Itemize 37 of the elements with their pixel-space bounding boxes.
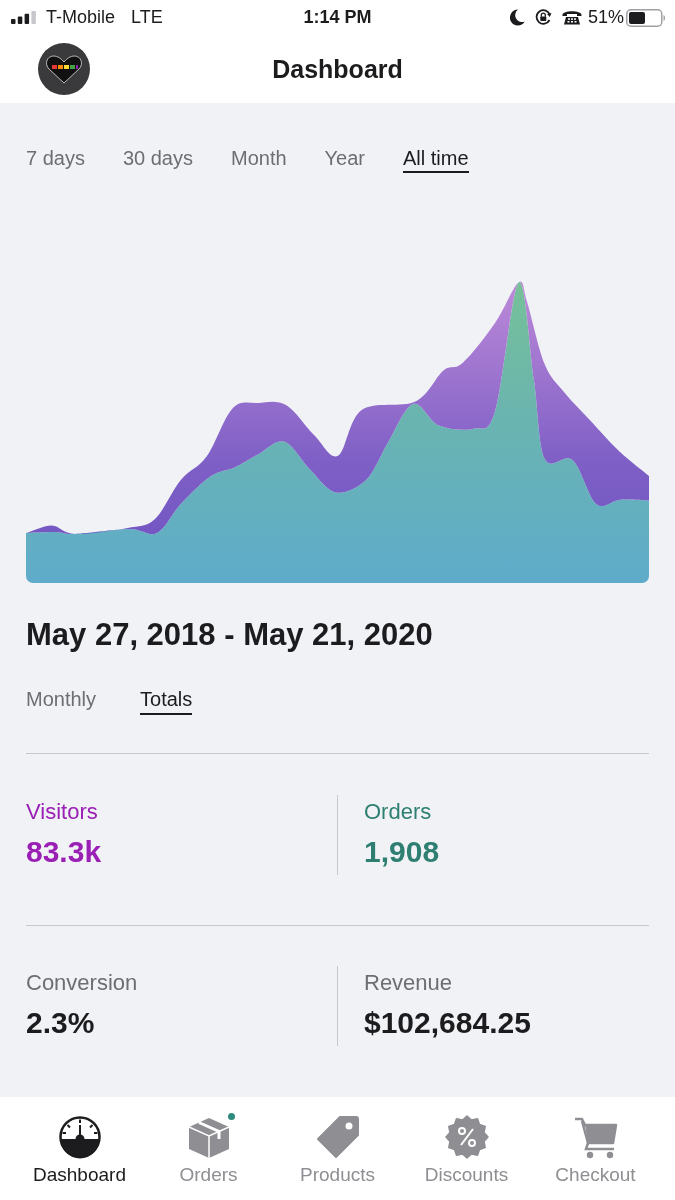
- view-tab[interactable]: Totals: [140, 687, 193, 715]
- nav-tab[interactable]: Dashboard: [15, 1097, 144, 1200]
- network-type: LTE: [131, 7, 163, 28]
- range-tab[interactable]: 30 days: [122, 146, 193, 173]
- battery-percent: 51%: [587, 7, 624, 28]
- gauge-icon: [57, 1115, 102, 1159]
- range-tab[interactable]: 7 days: [26, 146, 85, 173]
- stat-value: 2.3%: [26, 1005, 96, 1041]
- signal-icon: [11, 11, 36, 24]
- battery-icon: [626, 8, 666, 27]
- nav-tab[interactable]: Checkout: [531, 1097, 660, 1200]
- carrier-name: T-Mobile: [46, 7, 116, 28]
- moon-icon: [508, 9, 525, 26]
- range-tab[interactable]: All time: [403, 146, 469, 173]
- box-icon: [186, 1115, 231, 1159]
- cart-icon: [573, 1115, 618, 1159]
- view-tab[interactable]: Monthly: [26, 687, 97, 715]
- nav-tab[interactable]: Discounts: [402, 1097, 531, 1200]
- date-range-title: May 27, 2018 - May 21, 2020: [26, 616, 434, 654]
- range-tab[interactable]: Year: [324, 146, 365, 173]
- stat-label: Revenue: [364, 970, 454, 996]
- logo-icon: [38, 43, 90, 95]
- stat-label: Orders: [364, 799, 433, 825]
- range-tab[interactable]: Month: [231, 146, 287, 173]
- rotation-lock-icon: [534, 9, 552, 26]
- tag-icon: [315, 1115, 360, 1159]
- stat-value: $102,684.25: [364, 1005, 532, 1041]
- tty-phone-icon: [561, 10, 582, 25]
- nav-tab[interactable]: Orders: [144, 1097, 273, 1200]
- nav-tab[interactable]: Products: [273, 1097, 402, 1200]
- stat-label: Conversion: [26, 970, 139, 996]
- discount-badge-icon: [444, 1115, 489, 1159]
- stat-value: 83.3k: [26, 834, 103, 870]
- stat-label: Visitors: [26, 799, 99, 825]
- page-title: Dashboard: [272, 54, 403, 84]
- status-time: 1:14 PM: [303, 7, 372, 28]
- stat-value: 1,908: [364, 834, 441, 870]
